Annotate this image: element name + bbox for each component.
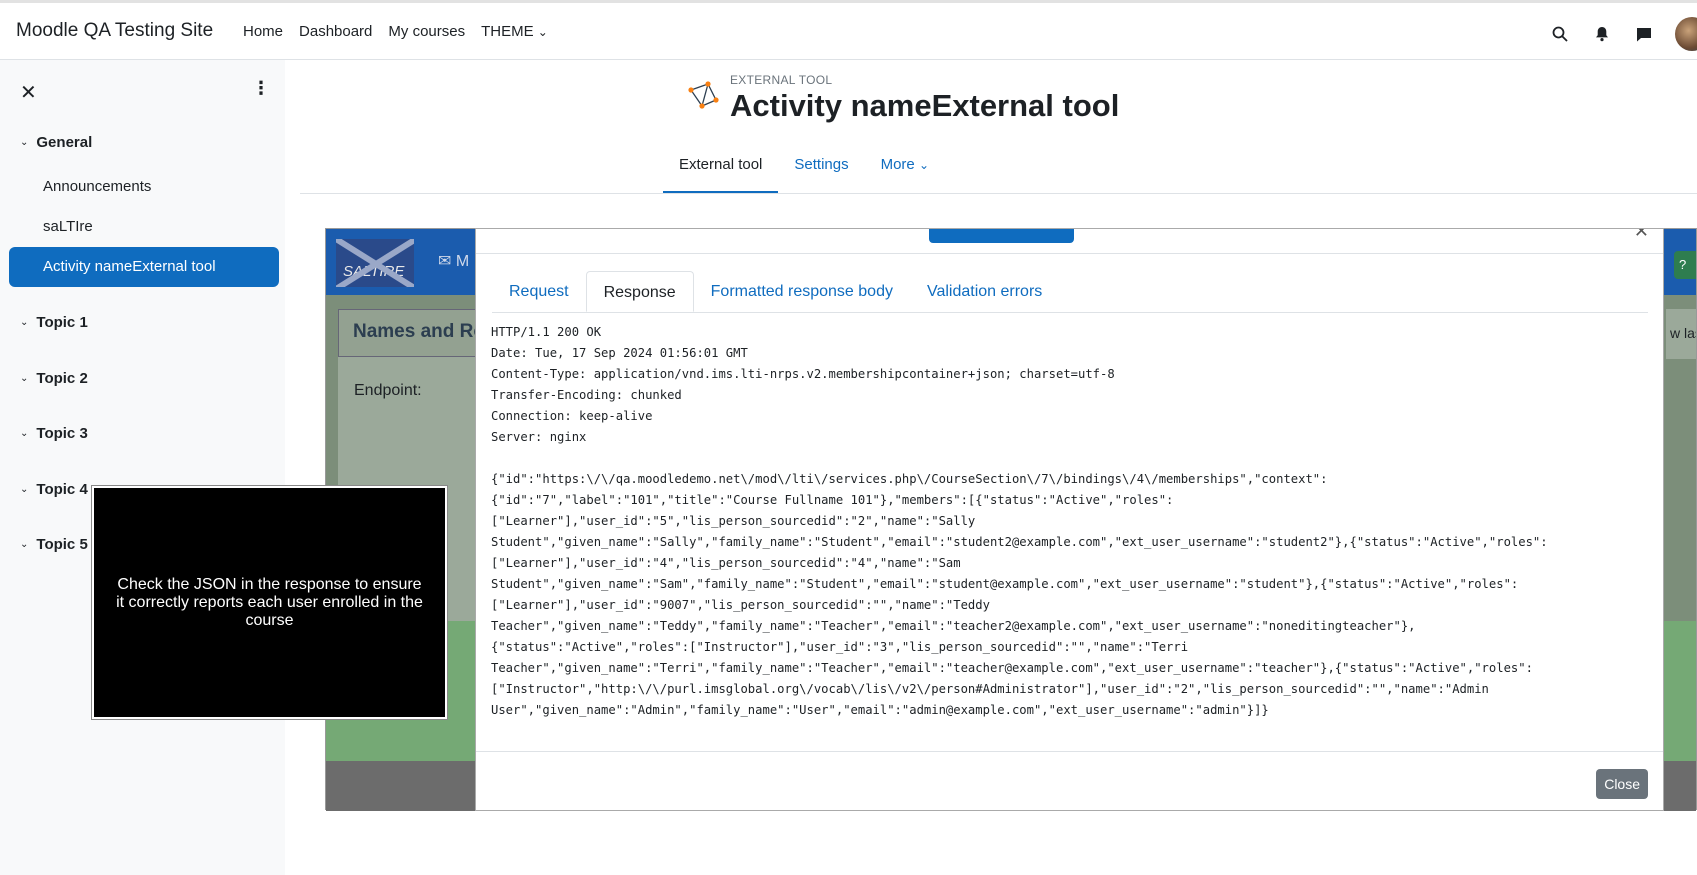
tab-response[interactable]: Response: [585, 271, 694, 312]
response-line: [491, 448, 1651, 469]
chevron-down-icon[interactable]: ⌄: [20, 484, 28, 495]
section-label: General: [36, 134, 93, 151]
header-divider: [300, 193, 1697, 194]
nav-theme-label: THEME: [481, 23, 534, 40]
response-line: {"status":"Active","roles":["Instructor"…: [491, 640, 1189, 654]
section-label: Topic 5: [36, 536, 88, 553]
help-icon[interactable]: ?: [1674, 251, 1696, 279]
chevron-down-icon[interactable]: ⌄: [20, 373, 28, 384]
nav-home[interactable]: Home: [243, 23, 283, 40]
response-line: Teacher","given_name":"Terri","family_na…: [491, 661, 1533, 675]
chevron-down-icon[interactable]: ⌄: [20, 428, 28, 439]
section-topic-1[interactable]: ⌄ Topic 1: [20, 314, 88, 331]
section-general[interactable]: ⌄ General: [20, 134, 92, 151]
response-line: {"id":"7","label":"101","title":"Course …: [491, 493, 1174, 507]
response-line: HTTP/1.1 200 OK: [491, 325, 602, 339]
instruction-text: Check the JSON in the response to ensure…: [116, 575, 423, 629]
secondary-nav: External tool Settings More ⌄: [663, 142, 945, 194]
endpoint-label: Endpoint:: [354, 382, 422, 399]
tab-more[interactable]: More ⌄: [865, 142, 945, 194]
activity-type-label: EXTERNAL TOOL: [730, 73, 833, 87]
page-title: Activity nameExternal tool: [730, 88, 1120, 123]
course-index-drawer: ✕ ⋮ ⌄ General Announcements saLTIre Acti…: [0, 60, 285, 875]
tab-more-label: More: [880, 156, 915, 173]
modal-header: ✕: [476, 229, 1663, 254]
course-item-announcements[interactable]: Announcements: [43, 178, 151, 195]
tab-external-tool[interactable]: External tool: [663, 142, 779, 194]
close-button[interactable]: Close: [1596, 769, 1648, 799]
tab-validation-errors[interactable]: Validation errors: [910, 271, 1059, 312]
response-modal: ✕ Request Response Formatted response bo…: [475, 228, 1664, 811]
modal-tabs: Request Response Formatted response body…: [492, 271, 1648, 313]
chevron-down-icon[interactable]: ⌄: [20, 317, 28, 328]
response-line: Connection: keep-alive: [491, 409, 653, 423]
section-topic-5[interactable]: ⌄ Topic 5: [20, 536, 88, 553]
chevron-down-icon: ⌄: [918, 158, 930, 172]
course-item-saltire[interactable]: saLTIre: [43, 218, 93, 235]
tab-formatted-response-body[interactable]: Formatted response body: [694, 271, 910, 312]
nav-theme[interactable]: THEME ⌄: [481, 23, 548, 40]
external-tool-icon: [686, 80, 724, 112]
show-last-button[interactable]: w last: [1666, 309, 1696, 359]
response-line: Content-Type: application/vnd.ims.lti-nr…: [491, 367, 1115, 381]
section-topic-4[interactable]: ⌄ Topic 4: [20, 481, 88, 498]
saltire-logo: SALTIRE: [336, 239, 414, 287]
modal-footer-divider: [476, 751, 1663, 752]
nav-dashboard[interactable]: Dashboard: [299, 23, 372, 40]
primary-nav: Home Dashboard My courses THEME ⌄: [243, 23, 548, 40]
tab-request[interactable]: Request: [492, 271, 586, 312]
close-icon[interactable]: ✕: [20, 80, 37, 105]
user-icons: [1549, 17, 1697, 51]
section-label: Topic 4: [36, 481, 88, 498]
top-navbar: Moodle QA Testing Site Home Dashboard My…: [0, 0, 1697, 60]
response-line: ["Learner"],"user_id":"4","lis_person_so…: [491, 556, 961, 570]
chevron-down-icon[interactable]: ⌄: [20, 137, 28, 148]
site-name[interactable]: Moodle QA Testing Site: [16, 20, 213, 42]
chevron-down-icon[interactable]: ⌄: [20, 539, 28, 550]
tab-settings[interactable]: Settings: [778, 142, 864, 194]
close-icon[interactable]: ✕: [1634, 229, 1649, 242]
avatar[interactable]: [1675, 17, 1697, 51]
section-topic-3[interactable]: ⌄ Topic 3: [20, 425, 88, 442]
chevron-down-icon: ⌄: [537, 25, 548, 39]
response-line: Server: nginx: [491, 430, 587, 444]
kebab-menu-icon[interactable]: ⋮: [252, 78, 270, 99]
response-line: ["Instructor","http:\/\/purl.imsglobal.o…: [491, 682, 1489, 696]
response-line: Teacher","given_name":"Teddy","family_na…: [491, 619, 1416, 633]
response-line: {"id":"https:\/\/qa.moodledemo.net\/mod\…: [491, 472, 1328, 486]
instruction-callout: Check the JSON in the response to ensure…: [92, 486, 447, 719]
response-line: ["Learner"],"user_id":"9007","lis_person…: [491, 598, 990, 612]
response-line: ["Learner"],"user_id":"5","lis_person_so…: [491, 514, 976, 528]
section-label: Topic 3: [36, 425, 88, 442]
panel-title: Names and Ro: [353, 321, 485, 342]
response-line: Student","given_name":"Sam","family_name…: [491, 577, 1519, 591]
section-topic-2[interactable]: ⌄ Topic 2: [20, 370, 88, 387]
section-label: Topic 2: [36, 370, 88, 387]
nav-my-courses[interactable]: My courses: [388, 23, 465, 40]
chat-icon[interactable]: [1633, 23, 1655, 45]
response-line: Transfer-Encoding: chunked: [491, 388, 682, 402]
bell-icon[interactable]: [1591, 23, 1613, 45]
response-line: User","given_name":"Admin","family_name"…: [491, 703, 1269, 717]
mail-icon[interactable]: ✉ M: [438, 251, 469, 271]
page-header: EXTERNAL TOOL Activity nameExternal tool…: [286, 60, 1697, 195]
course-item-active[interactable]: Activity nameExternal tool: [9, 247, 279, 287]
response-line: Student","given_name":"Sally","family_na…: [491, 535, 1548, 549]
response-body: HTTP/1.1 200 OK Date: Tue, 17 Sep 2024 01…: [491, 322, 1651, 721]
search-icon[interactable]: [1549, 23, 1571, 45]
response-line: Date: Tue, 17 Sep 2024 01:56:01 GMT: [491, 346, 748, 360]
section-label: Topic 1: [36, 314, 88, 331]
copy-button[interactable]: [929, 229, 1074, 243]
